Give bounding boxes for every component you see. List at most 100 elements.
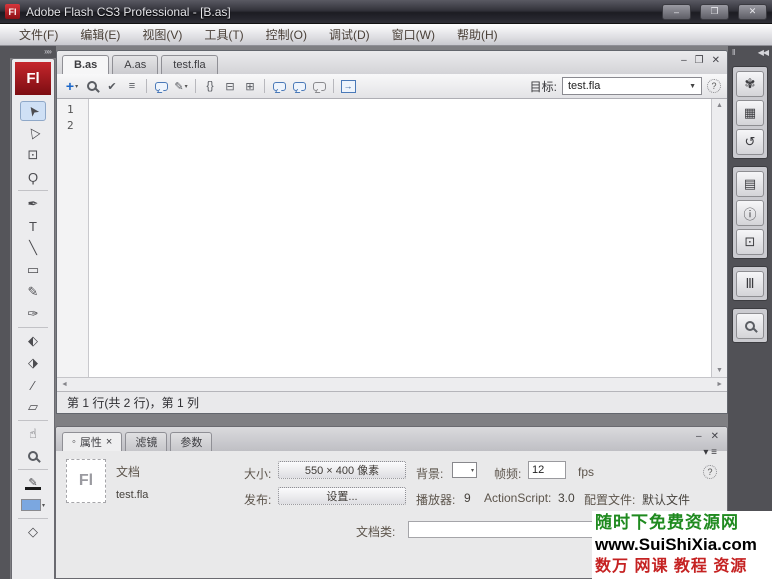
- target-dropdown[interactable]: test.fla ▼: [562, 77, 702, 95]
- panel-menu-icon[interactable]: ▾ ≡: [703, 447, 717, 458]
- framerate-input[interactable]: [528, 461, 566, 479]
- tab-close-icon[interactable]: ×: [106, 436, 112, 448]
- eraser-tool[interactable]: ▱: [20, 397, 46, 417]
- dock-group-color: ✾ ▦ ↺: [732, 66, 768, 159]
- dock-group-explorer: [732, 308, 768, 343]
- chevron-down-icon: ▼: [689, 82, 696, 90]
- swatches-panel-icon: ▦: [743, 105, 757, 120]
- brush-tool[interactable]: ✑: [20, 304, 46, 324]
- remove-comment-button[interactable]: [310, 77, 328, 96]
- toolbar-separator: [195, 79, 196, 93]
- restore-button[interactable]: ❐: [700, 3, 729, 20]
- rectangle-tool[interactable]: ▭: [20, 260, 46, 280]
- line-tool[interactable]: ╲: [20, 238, 46, 258]
- help-icon[interactable]: ?: [707, 79, 721, 93]
- help-icon[interactable]: ?: [703, 465, 717, 479]
- document-type-label: 文档: [116, 465, 141, 479]
- stroke-color-control[interactable]: ✎: [20, 473, 46, 493]
- pencil-icon: ✎: [27, 284, 39, 299]
- scroll-up-icon[interactable]: ▲: [716, 102, 723, 109]
- size-button[interactable]: 550 × 400 像素: [278, 461, 406, 479]
- movie-explorer-panel-button[interactable]: [736, 313, 764, 339]
- expand-all-button[interactable]: ⊞: [241, 77, 259, 96]
- code-area[interactable]: [89, 99, 711, 377]
- history-panel-button[interactable]: ↺: [736, 129, 764, 155]
- tab-a-as[interactable]: A.as: [112, 55, 159, 74]
- tools-panel-collapse[interactable]: »»: [10, 46, 56, 58]
- add-script-button[interactable]: + ▾: [63, 77, 81, 96]
- scroll-right-icon[interactable]: ►: [716, 381, 723, 388]
- menu-file[interactable]: 文件(F): [8, 24, 69, 45]
- editor-status-bar: 第 1 行(共 2 行)，第 1 列: [57, 391, 727, 413]
- hand-icon: ☝: [29, 426, 37, 441]
- info-panel-button[interactable]: ⓘ: [736, 200, 764, 226]
- pencil-tool[interactable]: ✎: [20, 282, 46, 302]
- doc-restore-button[interactable]: ❐: [695, 55, 704, 66]
- close-button[interactable]: ✕: [738, 3, 767, 20]
- selection-tool[interactable]: ➤: [20, 101, 46, 121]
- check-syntax-button[interactable]: ✔: [103, 77, 121, 96]
- swatches-panel-button[interactable]: ▦: [736, 100, 764, 126]
- collapse-selection-button[interactable]: ⊟: [221, 77, 239, 96]
- menu-help[interactable]: 帮助(H): [446, 24, 509, 45]
- menu-debug[interactable]: 调试(D): [318, 24, 381, 45]
- target-group: 目标: test.fla ▼ ?: [530, 77, 721, 95]
- menu-window[interactable]: 窗口(W): [381, 24, 446, 45]
- tab-properties-label: 属性: [79, 437, 102, 449]
- horizontal-scrollbar[interactable]: ◄ ►: [57, 377, 727, 391]
- eyedropper-tool[interactable]: ∕: [20, 375, 46, 395]
- show-code-hint-icon: [154, 81, 168, 91]
- auto-format-button[interactable]: ≡: [123, 77, 141, 96]
- minimize-button[interactable]: –: [662, 3, 691, 20]
- doc-minimize-button[interactable]: –: [681, 55, 687, 66]
- zoom-tool[interactable]: [20, 446, 46, 466]
- find-replace-button[interactable]: [83, 77, 101, 96]
- tab-parameters[interactable]: 参数: [170, 432, 213, 451]
- background-color-picker[interactable]: ▾: [452, 462, 477, 478]
- transform-panel-button[interactable]: ⊡: [736, 229, 764, 255]
- check-syntax-icon: ✔: [107, 80, 117, 93]
- align-panel-button[interactable]: ▤: [736, 171, 764, 197]
- publish-settings-button[interactable]: 设置...: [278, 487, 406, 505]
- hand-tool[interactable]: ☝: [20, 424, 46, 444]
- debug-dropdown-icon: ▾: [184, 83, 188, 90]
- menu-view[interactable]: 视图(V): [131, 24, 193, 45]
- dock-collapse-icon[interactable]: ◀◀: [758, 48, 769, 57]
- scroll-left-icon[interactable]: ◄: [61, 381, 68, 388]
- color-panel-icon: ✾: [744, 76, 756, 91]
- subselection-tool[interactable]: ▷: [20, 123, 46, 143]
- tab-test-fla[interactable]: test.fla: [161, 55, 218, 74]
- collapse-braces-button[interactable]: {}: [201, 77, 219, 96]
- paint-bucket-tool[interactable]: ⬗: [20, 353, 46, 373]
- toolbox-toggle-button[interactable]: →: [339, 77, 357, 96]
- line-number: 1: [67, 103, 74, 116]
- expand-all-icon: ⊞: [245, 80, 255, 93]
- panel-close-button[interactable]: ✕: [711, 431, 719, 442]
- text-tool[interactable]: T: [20, 216, 46, 236]
- ink-bottle-tool[interactable]: ⬖: [20, 331, 46, 351]
- color-options-control[interactable]: ◇: [20, 522, 46, 542]
- tool-separator: [18, 327, 48, 328]
- free-transform-tool[interactable]: ⊡: [20, 145, 46, 165]
- lasso-tool[interactable]: Ϙ: [20, 167, 46, 187]
- color-panel-button[interactable]: ✾: [736, 71, 764, 97]
- left-dock-strip: [0, 46, 10, 579]
- library-panel-button[interactable]: Ⅲ: [736, 271, 764, 297]
- panel-minimize-button[interactable]: –: [696, 431, 702, 442]
- block-comment-button[interactable]: [270, 77, 288, 96]
- pen-tool[interactable]: ✒: [20, 194, 46, 214]
- line-comment-button[interactable]: [290, 77, 308, 96]
- tab-filters[interactable]: 滤镜: [125, 432, 168, 451]
- debug-options-button[interactable]: ✎ ▾: [172, 77, 190, 96]
- dock-handle-icon[interactable]: ‖: [732, 48, 735, 57]
- vertical-scrollbar[interactable]: ▲ ▼: [711, 99, 727, 377]
- doc-close-button[interactable]: ✕: [712, 55, 720, 66]
- menu-control[interactable]: 控制(O): [255, 24, 318, 45]
- scroll-down-icon[interactable]: ▼: [716, 367, 723, 374]
- tab-properties[interactable]: ◦ 属性 ×: [62, 432, 123, 451]
- tab-b-as[interactable]: B.as: [62, 55, 110, 74]
- show-code-hint-button[interactable]: [152, 77, 170, 96]
- menu-edit[interactable]: 编辑(E): [69, 24, 131, 45]
- fill-color-control[interactable]: ▾: [20, 495, 46, 515]
- menu-tools[interactable]: 工具(T): [193, 24, 254, 45]
